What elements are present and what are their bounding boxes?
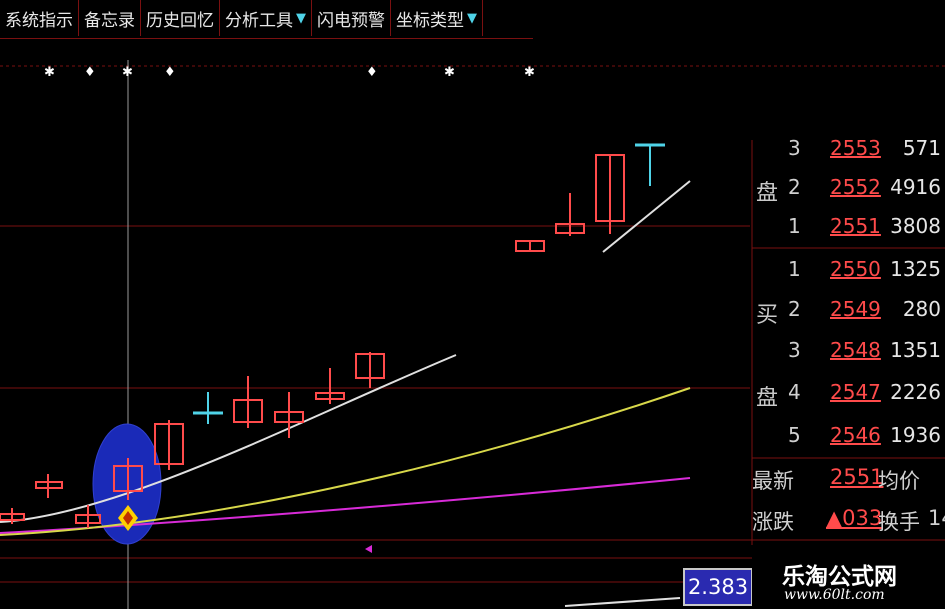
buy-row: 盘 4 2547 2226 bbox=[748, 380, 945, 418]
bid-price: 2546 bbox=[830, 423, 881, 447]
sell-side-label: 盘 bbox=[756, 181, 779, 206]
buy-row: 1 2550 1325 bbox=[748, 257, 945, 295]
level-number: 2 bbox=[788, 175, 801, 199]
candle bbox=[274, 392, 304, 438]
marker-star-icon: ✱ bbox=[444, 65, 455, 80]
ma-white-line-right bbox=[602, 180, 691, 253]
marker-diamond-icon: ♦ bbox=[84, 65, 96, 80]
watermark-title: 乐淘公式网 bbox=[782, 563, 897, 590]
ask-price: 2551 bbox=[830, 214, 881, 238]
latest-value: 2551 bbox=[830, 465, 884, 489]
candle bbox=[595, 154, 625, 234]
buy-side-label: 盘 bbox=[756, 386, 779, 411]
buy-row: 买 2 2549 280 bbox=[748, 297, 945, 335]
buy-row: 5 2546 1936 bbox=[748, 423, 945, 461]
ask-price: 2552 bbox=[830, 175, 881, 199]
change-label: 涨跌 bbox=[752, 510, 794, 534]
bid-volume: 1936 bbox=[890, 423, 941, 447]
sell-row: 3 2553 571 bbox=[748, 136, 945, 174]
candle bbox=[233, 376, 263, 428]
indicator-value-box: 2.383 bbox=[683, 568, 753, 606]
bid-price: 2547 bbox=[830, 380, 881, 404]
bid-volume: 1325 bbox=[890, 257, 941, 281]
level-number: 2 bbox=[788, 297, 801, 321]
left-triangle-icon bbox=[365, 545, 372, 553]
order-book-panel: 3 2553 571 盘 2 2552 4916 1 2551 3808 1 2… bbox=[748, 136, 945, 540]
level-number: 5 bbox=[788, 423, 801, 447]
turnover-value: 14 bbox=[928, 506, 945, 530]
avg-price-label: 均价 bbox=[878, 469, 920, 493]
marker-star-icon: ✱ bbox=[44, 65, 55, 80]
doji-candle bbox=[193, 392, 223, 424]
candle bbox=[35, 474, 63, 498]
buy-side-label: 买 bbox=[756, 303, 779, 328]
candle bbox=[355, 352, 385, 388]
doji-candle bbox=[635, 143, 665, 186]
ask-volume: 571 bbox=[902, 136, 941, 160]
doji-candles bbox=[193, 143, 665, 424]
bid-price: 2550 bbox=[830, 257, 881, 281]
marker-diamond-icon: ♦ bbox=[164, 65, 176, 80]
level-number: 3 bbox=[788, 136, 801, 160]
level-number: 1 bbox=[788, 257, 801, 281]
bid-price: 2549 bbox=[830, 297, 881, 321]
sell-row: 1 2551 3808 bbox=[748, 214, 945, 252]
watermark-url: www.60lt.com bbox=[784, 587, 885, 603]
ask-volume: 4916 bbox=[890, 175, 941, 199]
marker-star-icon: ✱ bbox=[122, 65, 133, 80]
level-number: 1 bbox=[788, 214, 801, 238]
buy-row: 3 2548 1351 bbox=[748, 338, 945, 376]
watermark: 乐淘公式网 www.60lt.com bbox=[752, 553, 945, 609]
change-value: ▲033 bbox=[826, 506, 883, 530]
ask-volume: 3808 bbox=[890, 214, 941, 238]
indicator-line bbox=[564, 597, 681, 607]
level-number: 4 bbox=[788, 380, 801, 404]
ask-price: 2553 bbox=[830, 136, 881, 160]
latest-label: 最新 bbox=[752, 469, 794, 493]
candle bbox=[315, 368, 345, 404]
sell-row: 盘 2 2552 4916 bbox=[748, 175, 945, 213]
bid-volume: 2226 bbox=[890, 380, 941, 404]
bid-price: 2548 bbox=[830, 338, 881, 362]
candle bbox=[515, 240, 545, 252]
bid-volume: 280 bbox=[902, 297, 941, 321]
bid-volume: 1351 bbox=[890, 338, 941, 362]
time-markers: ✱ ♦ ✱ ♦ ♦ ✱ ✱ bbox=[44, 65, 535, 80]
turnover-label: 换手 bbox=[878, 510, 920, 534]
marker-diamond-icon: ♦ bbox=[366, 65, 378, 80]
level-number: 3 bbox=[788, 338, 801, 362]
candle bbox=[555, 193, 585, 236]
marker-star-icon: ✱ bbox=[524, 65, 535, 80]
ma-white-line bbox=[0, 354, 457, 523]
